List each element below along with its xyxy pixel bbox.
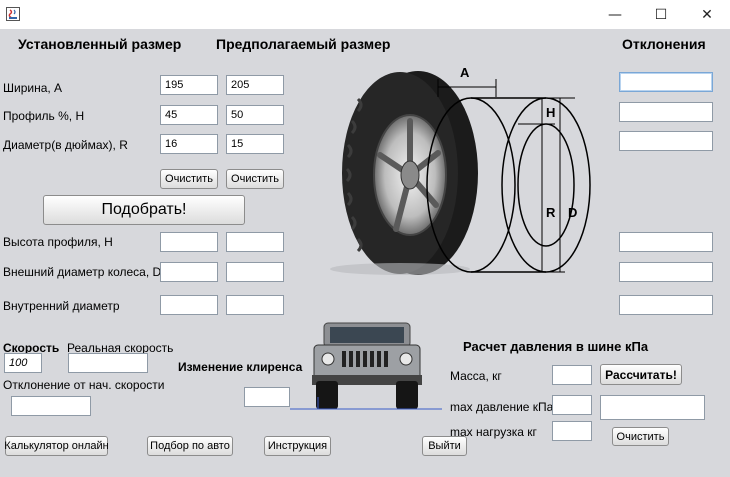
tire-image: [330, 71, 478, 275]
inner-diameter-label: Внутренний диаметр: [3, 299, 120, 313]
clear-pressure-button[interactable]: Очистить: [612, 427, 669, 446]
suv-car-image: [290, 322, 442, 410]
installed-outer-diameter-field[interactable]: [160, 262, 218, 282]
exit-button[interactable]: Выйти: [422, 436, 467, 456]
installed-diameter-input[interactable]: [160, 134, 218, 154]
maximize-icon: ☐: [654, 6, 668, 23]
proposed-size-header: Предполагаемый размер: [216, 36, 391, 52]
max-pressure-field[interactable]: [552, 395, 592, 415]
profile-deviation-field[interactable]: [619, 102, 713, 122]
calculate-button[interactable]: Рассчитать!: [600, 364, 682, 385]
installed-profile-height-field[interactable]: [160, 232, 218, 252]
proposed-profile-height-field[interactable]: [226, 232, 284, 252]
proposed-width-input[interactable]: [226, 75, 284, 95]
minimize-button[interactable]: —: [592, 0, 638, 29]
proposed-profile-input[interactable]: [226, 105, 284, 125]
max-load-field[interactable]: [552, 421, 592, 441]
dimension-h-label: H: [546, 105, 555, 120]
proposed-diameter-input[interactable]: [226, 134, 284, 154]
profile-height-deviation-field[interactable]: [619, 232, 713, 252]
speed-deviation-field[interactable]: [11, 396, 91, 416]
mass-label: Масса, кг: [450, 369, 502, 383]
profile-height-label: Высота профиля, Н: [3, 235, 113, 249]
main-panel: Установленный размер Предполагаемый разм…: [0, 29, 730, 477]
pressure-result-field[interactable]: [600, 395, 705, 420]
speed-deviation-label: Отклонение от нач. скорости: [3, 378, 165, 392]
close-button[interactable]: ✕: [684, 0, 730, 29]
proposed-inner-diameter-field[interactable]: [226, 295, 284, 315]
minimize-icon: —: [608, 6, 622, 23]
dimension-a-label: A: [460, 65, 470, 80]
profile-label: Профиль %, Н: [3, 109, 85, 123]
mass-input[interactable]: [552, 365, 592, 385]
outer-diameter-label: Внешний диаметр колеса, D: [3, 265, 162, 279]
pick-button[interactable]: Подобрать!: [43, 195, 245, 225]
real-speed-field[interactable]: [68, 353, 148, 373]
installed-profile-input[interactable]: [160, 105, 218, 125]
diameter-label: Диаметр(в дюймах), R: [3, 138, 128, 152]
installed-inner-diameter-field[interactable]: [160, 295, 218, 315]
width-deviation-field[interactable]: [619, 72, 713, 92]
installed-size-header: Установленный размер: [18, 36, 182, 52]
inner-diameter-deviation-field[interactable]: [619, 295, 713, 315]
clear-installed-button[interactable]: Очистить: [160, 169, 218, 189]
width-label: Ширина, А: [3, 81, 63, 95]
clear-proposed-button[interactable]: Очистить: [226, 169, 284, 189]
dimension-r-label: R: [546, 205, 556, 220]
proposed-outer-diameter-field[interactable]: [226, 262, 284, 282]
max-pressure-label: max давление кПа: [450, 400, 554, 414]
calculator-online-button[interactable]: Калькулятор онлайн: [4, 436, 109, 456]
diameter-deviation-field[interactable]: [619, 131, 713, 151]
title-bar: — ☐ ✕: [0, 0, 730, 29]
close-icon: ✕: [701, 6, 713, 23]
deviations-header: Отклонения: [622, 36, 706, 52]
clearance-change-label: Изменение клиренса: [178, 360, 303, 374]
maximize-button[interactable]: ☐: [638, 0, 684, 29]
pick-by-car-button[interactable]: Подбор по авто: [147, 436, 233, 456]
instruction-button[interactable]: Инструкция: [264, 436, 331, 456]
speed-input[interactable]: [4, 353, 42, 373]
dimension-d-label: D: [568, 205, 577, 220]
pressure-title: Расчет давления в шине кПа: [463, 339, 649, 354]
outer-diameter-deviation-field[interactable]: [619, 262, 713, 282]
installed-width-input[interactable]: [160, 75, 218, 95]
java-app-icon: [6, 7, 20, 21]
tire-diagram: A H R D: [330, 65, 591, 275]
clearance-change-field[interactable]: [244, 387, 290, 407]
